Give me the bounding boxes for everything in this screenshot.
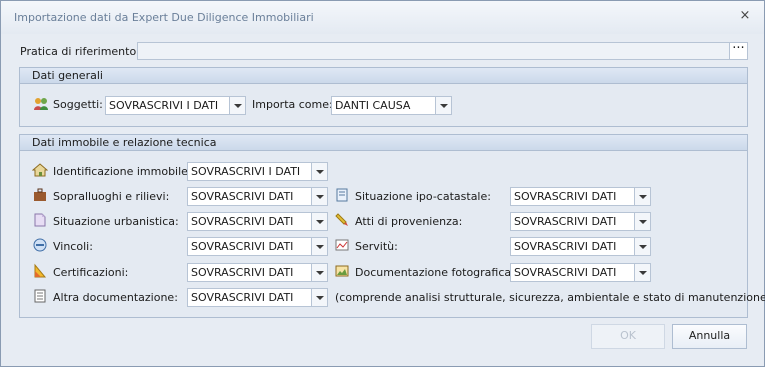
- origin-acts-icon: [335, 213, 348, 226]
- soggetti-label: Soggetti:: [53, 98, 103, 111]
- left-select-1[interactable]: SOVRASCRIVI DATI: [187, 187, 328, 206]
- title-bar: Importazione dati da Expert Due Diligenc…: [1, 1, 764, 34]
- people-icon: [34, 98, 48, 110]
- right-label-2: Servitù:: [355, 240, 398, 253]
- left-value-2: SOVRASCRIVI DATI: [191, 215, 294, 228]
- chevron-down-icon[interactable]: [634, 264, 650, 281]
- left-value-3: SOVRASCRIVI DATI: [191, 240, 294, 253]
- right-value-3: SOVRASCRIVI DATI: [514, 266, 617, 279]
- chevron-down-icon[interactable]: [311, 289, 327, 306]
- left-label-0: Identificazione immobile:: [53, 165, 192, 178]
- close-icon[interactable]: ×: [739, 9, 751, 22]
- chevron-down-icon[interactable]: [311, 188, 327, 205]
- left-select-5[interactable]: SOVRASCRIVI DATI: [187, 288, 328, 307]
- right-value-2: SOVRASCRIVI DATI: [514, 240, 617, 253]
- chevron-down-icon[interactable]: [311, 213, 327, 230]
- cadastral-icon: [336, 188, 348, 202]
- left-select-2[interactable]: SOVRASCRIVI DATI: [187, 212, 328, 231]
- left-select-0[interactable]: SOVRASCRIVI I DATI: [187, 162, 328, 181]
- cancel-button[interactable]: Annulla: [672, 324, 747, 349]
- soggetti-value: SOVRASCRIVI I DATI: [109, 99, 219, 112]
- left-select-4[interactable]: SOVRASCRIVI DATI: [187, 263, 328, 282]
- right-value-1: SOVRASCRIVI DATI: [514, 215, 617, 228]
- left-label-1: Sopralluoghi e rilievi:: [53, 190, 170, 203]
- chevron-down-icon[interactable]: [311, 264, 327, 281]
- chevron-down-icon[interactable]: [435, 97, 451, 114]
- soggetti-select[interactable]: SOVRASCRIVI I DATI: [105, 96, 246, 115]
- left-value-0: SOVRASCRIVI I DATI: [191, 165, 301, 178]
- left-value-1: SOVRASCRIVI DATI: [191, 190, 294, 203]
- right-label-0: Situazione ipo-catastale:: [355, 190, 491, 203]
- ok-button[interactable]: OK: [591, 324, 665, 349]
- right-select-2[interactable]: SOVRASCRIVI DATI: [510, 237, 651, 256]
- urban-plan-icon: [34, 213, 46, 227]
- constraint-icon: [33, 238, 47, 252]
- pratica-label: Pratica di riferimento:: [20, 45, 140, 58]
- chevron-down-icon[interactable]: [229, 97, 245, 114]
- left-value-5: SOVRASCRIVI DATI: [191, 291, 294, 304]
- house-icon: [32, 163, 48, 177]
- left-label-3: Vincoli:: [53, 240, 93, 253]
- importa-label: Importa come:: [252, 98, 333, 111]
- left-value-4: SOVRASCRIVI DATI: [191, 266, 294, 279]
- window-title: Importazione dati da Expert Due Diligenc…: [14, 11, 314, 24]
- chevron-down-icon[interactable]: [634, 238, 650, 255]
- easement-icon: [335, 239, 349, 251]
- right-label-1: Atti di provenienza:: [355, 215, 463, 228]
- right-select-1[interactable]: SOVRASCRIVI DATI: [510, 212, 651, 231]
- left-label-5: Altra documentazione:: [53, 291, 178, 304]
- dati-generali-title: Dati generali: [20, 68, 747, 84]
- certificate-icon: [34, 263, 47, 278]
- right-label-3: Documentazione fotografica:: [355, 266, 515, 279]
- chevron-down-icon[interactable]: [311, 163, 327, 180]
- photo-icon: [335, 265, 349, 277]
- right-select-0[interactable]: SOVRASCRIVI DATI: [510, 187, 651, 206]
- left-label-2: Situazione urbanistica:: [53, 215, 179, 228]
- left-label-4: Certificazioni:: [53, 266, 129, 279]
- immobile-title: Dati immobile e relazione tecnica: [20, 135, 747, 151]
- briefcase-icon: [34, 188, 46, 201]
- documentation-note: (comprende analisi strutturale, sicurezz…: [335, 291, 765, 304]
- chevron-down-icon[interactable]: [634, 213, 650, 230]
- browse-button[interactable]: ···: [729, 42, 748, 60]
- importa-value: DANTI CAUSA: [335, 99, 411, 112]
- right-select-3[interactable]: SOVRASCRIVI DATI: [510, 263, 651, 282]
- right-value-0: SOVRASCRIVI DATI: [514, 190, 617, 203]
- chevron-down-icon[interactable]: [634, 188, 650, 205]
- left-select-3[interactable]: SOVRASCRIVI DATI: [187, 237, 328, 256]
- chevron-down-icon[interactable]: [311, 238, 327, 255]
- importa-select[interactable]: DANTI CAUSA: [331, 96, 452, 115]
- import-dialog: Importazione dati da Expert Due Diligenc…: [0, 0, 765, 367]
- pratica-field[interactable]: [137, 42, 730, 60]
- document-icon: [34, 289, 46, 303]
